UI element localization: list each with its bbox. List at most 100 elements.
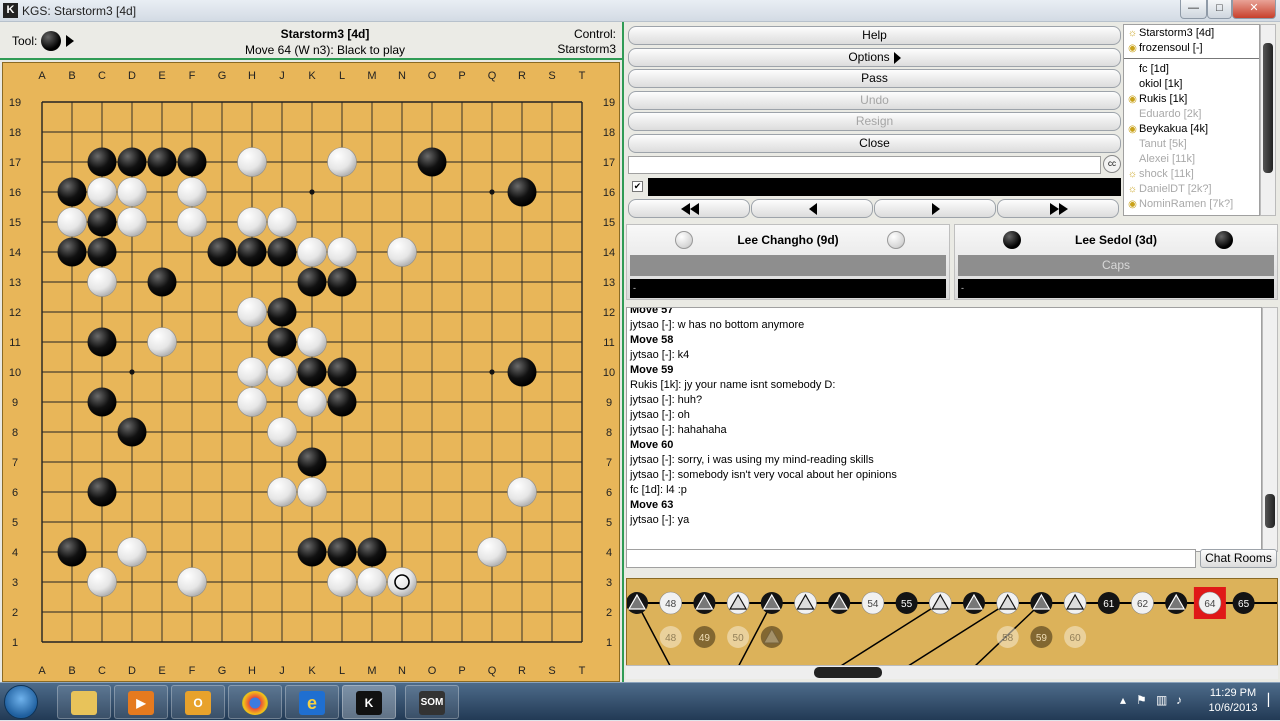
player-list-item[interactable]: Alexei [11k] — [1126, 152, 1195, 167]
black-stone — [57, 177, 87, 207]
close-window-button[interactable]: ✕ — [1232, 0, 1276, 19]
chat-move-header: Move 60 — [630, 439, 674, 451]
taskbar-clock[interactable]: 11:29 PM 10/6/2013 — [1197, 686, 1269, 716]
chat-message: jytsao [-]: hahahaha — [630, 424, 727, 436]
player-list-name: frozensoul [-] — [1139, 42, 1203, 54]
volume-icon[interactable]: ♪ — [1176, 693, 1182, 707]
column-label: K — [308, 70, 316, 82]
chat-input[interactable] — [626, 549, 1196, 568]
nav-next-button[interactable] — [874, 199, 996, 218]
players-scrollbar[interactable] — [1260, 24, 1276, 216]
control-pane: Help Options Pass Undo Resign Close cc ✔… — [622, 22, 1280, 682]
chat-scrollbar[interactable] — [1262, 307, 1278, 552]
black-stone — [237, 237, 267, 267]
player-list-item[interactable]: ◉ Beykakua [4k] — [1126, 122, 1208, 137]
column-label: F — [189, 665, 196, 677]
white-stone — [297, 327, 327, 357]
white-stone — [87, 267, 117, 297]
player-list-item[interactable]: ◉ NominRamen [7k?] — [1126, 197, 1233, 212]
player-list-item[interactable]: Eduardo [2k] — [1126, 107, 1201, 122]
player-list-item[interactable]: ☼ DanielDT [2k?] — [1126, 182, 1212, 197]
column-label: C — [98, 70, 106, 82]
black-stone — [267, 237, 297, 267]
outlook-icon: O — [185, 691, 211, 715]
black-clock: - — [958, 279, 1274, 298]
help-button[interactable]: Help — [628, 26, 1121, 45]
network-icon[interactable]: ▥ — [1156, 693, 1167, 707]
cc-icon[interactable]: cc — [1103, 155, 1121, 173]
column-label: R — [518, 665, 526, 677]
white-stone — [297, 477, 327, 507]
black-stone — [267, 327, 297, 357]
go-board[interactable]: AABBCCDDEEFFGGHHJJKKLLMMNNOOPPQQRRSSTT11… — [2, 62, 620, 682]
chat-message: jytsao [-]: sorry, i was using my mind-r… — [630, 454, 874, 466]
chat-move-header: Move 58 — [630, 334, 674, 346]
taskbar-som[interactable]: SOM — [405, 685, 459, 719]
nav-first-button[interactable] — [628, 199, 750, 218]
start-button[interactable] — [4, 685, 38, 719]
column-label: K — [308, 665, 316, 677]
nav-last-button[interactable] — [997, 199, 1119, 218]
nav-prev-button[interactable] — [751, 199, 873, 218]
players-scroll-thumb[interactable] — [1263, 43, 1273, 173]
taskbar-media-player[interactable]: ▶ — [114, 685, 168, 719]
move-tree[interactable]: 48 54 55 61 62 64 65 48 49 50 58 59 60 — [626, 578, 1278, 676]
resign-button[interactable]: Resign — [628, 112, 1121, 131]
column-label: A — [38, 70, 46, 82]
taskbar-kgs[interactable]: K — [342, 685, 396, 719]
taskbar-internet-explorer[interactable]: e — [285, 685, 339, 719]
tree-move-number: 54 — [867, 599, 879, 610]
column-label: H — [248, 70, 256, 82]
black-stone — [507, 177, 537, 207]
black-stone — [327, 537, 357, 567]
show-desktop-icon[interactable]: ▏ — [1268, 693, 1277, 707]
black-stone — [327, 267, 357, 297]
row-label: 13 — [9, 277, 21, 289]
taskbar-explorer[interactable] — [57, 685, 111, 719]
action-center-flag-icon[interactable]: ⚑ — [1136, 693, 1147, 707]
black-stone — [87, 207, 117, 237]
control-info: Control: Starstorm3 — [557, 27, 616, 57]
show-checkbox[interactable]: ✔ — [632, 181, 643, 192]
control-value: Starstorm3 — [557, 42, 616, 56]
options-label: Options — [848, 50, 890, 64]
move-tree-scrollbar[interactable] — [626, 665, 1278, 679]
minimize-button[interactable]: — — [1180, 0, 1207, 19]
show-hidden-icons-icon[interactable]: ▴ — [1120, 693, 1126, 707]
player-list-item[interactable]: okiol [1k] — [1126, 77, 1182, 92]
player-list-item[interactable]: fc [1d] — [1126, 62, 1169, 77]
chat-scroll-thumb[interactable] — [1265, 494, 1275, 528]
row-label: 18 — [603, 127, 615, 139]
black-stone — [147, 267, 177, 297]
white-stone — [327, 567, 357, 597]
taskbar-outlook[interactable]: O — [171, 685, 225, 719]
tool-black-stone-icon[interactable] — [41, 31, 61, 51]
move-tree-canvas[interactable]: 48 54 55 61 62 64 65 48 49 50 58 59 60 — [627, 579, 1278, 665]
options-button[interactable]: Options — [628, 48, 1121, 67]
maximize-button[interactable]: □ — [1207, 0, 1232, 19]
players-list[interactable]: ☼ Starstorm3 [4d] ◉ frozensoul [-] fc [1d] ok… — [1123, 24, 1260, 216]
player-list-item[interactable]: ◉ frozensoul [-] — [1126, 41, 1203, 56]
tool-menu-arrow-icon[interactable] — [66, 35, 74, 47]
pass-button[interactable]: Pass — [628, 69, 1121, 88]
move-status: Move 64 (W n3): Black to play — [244, 43, 406, 57]
column-label: S — [548, 70, 555, 82]
undo-button[interactable]: Undo — [628, 91, 1121, 110]
player-list-item[interactable]: ◉ Rukis [1k] — [1126, 92, 1187, 107]
row-label: 17 — [603, 157, 615, 169]
close-game-button[interactable]: Close — [628, 134, 1121, 153]
player-list-item[interactable]: ☼ Starstorm3 [4d] — [1126, 26, 1214, 41]
control-label: Control: — [573, 27, 616, 41]
tree-variation-node: 58 — [996, 626, 1019, 648]
black-stone — [147, 147, 177, 177]
go-board-canvas[interactable]: AABBCCDDEEFFGGHHJJKKLLMMNNOOPPQQRRSSTT1 1… — [3, 63, 621, 683]
player-list-item[interactable]: Tanut [5k] — [1126, 137, 1187, 152]
taskbar-chrome[interactable] — [228, 685, 282, 719]
player-list-item[interactable]: ☼ shock [11k] — [1126, 167, 1194, 182]
game-input-field[interactable] — [628, 156, 1101, 174]
white-stone — [237, 147, 267, 177]
move-tree-scroll-thumb[interactable] — [814, 667, 882, 678]
black-stone — [57, 537, 87, 567]
row-label: 16 — [9, 187, 21, 199]
chat-rooms-button[interactable]: Chat Rooms — [1200, 549, 1277, 568]
